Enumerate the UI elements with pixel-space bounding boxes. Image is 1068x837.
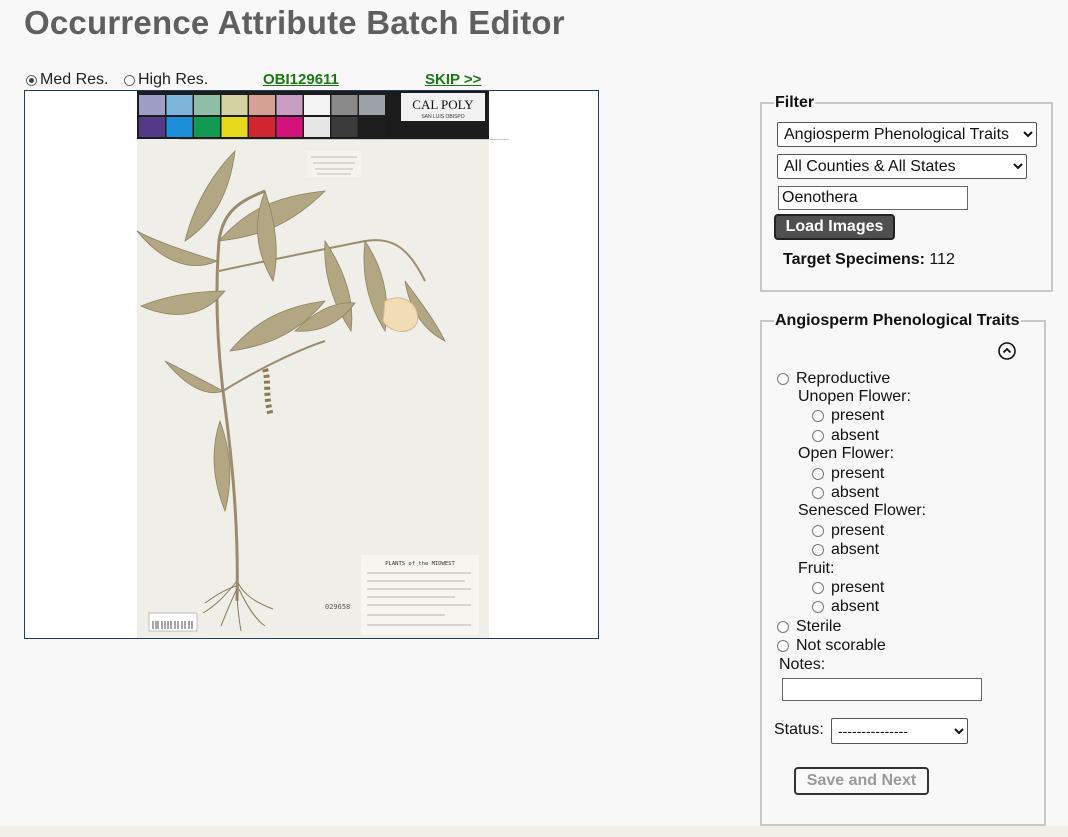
- not-scorable-label: Not scorable: [796, 637, 886, 654]
- sterile-radio[interactable]: Sterile: [777, 618, 841, 636]
- color-swatch: [194, 117, 220, 137]
- unopen-flower-label: Unopen Flower:: [798, 388, 911, 405]
- specimen-label: [361, 555, 479, 635]
- med-res-radio[interactable]: Med Res.: [26, 71, 108, 89]
- open-present-radio[interactable]: present: [812, 465, 884, 483]
- color-swatch: [221, 95, 248, 115]
- open-present-radio-icon[interactable]: [812, 468, 824, 480]
- taxa-input[interactable]: [778, 186, 968, 210]
- color-swatch: [194, 95, 220, 115]
- color-swatch: [331, 95, 358, 115]
- fruit-absent-label: absent: [831, 598, 880, 615]
- color-swatch: [304, 117, 330, 137]
- fruit-label: Fruit:: [798, 560, 835, 577]
- unopen-absent-radio[interactable]: absent: [812, 427, 879, 445]
- high-res-radio[interactable]: High Res.: [124, 71, 208, 89]
- color-swatch: [221, 117, 248, 137]
- traits-legend: Angiosperm Phenological Traits: [775, 312, 1020, 329]
- senesced-absent-radio[interactable]: absent: [812, 541, 879, 559]
- reproductive-radio[interactable]: Reproductive: [777, 370, 890, 388]
- open-absent-radio-icon[interactable]: [812, 487, 824, 499]
- logo-subtext: SAN LUIS OBISPO: [421, 114, 464, 120]
- color-swatch: [276, 95, 303, 115]
- sheet-number: 029658: [325, 603, 350, 611]
- load-images-button[interactable]: Load Images: [774, 214, 895, 240]
- target-specimens: Target Specimens: 112: [783, 251, 955, 269]
- filter-legend: Filter: [775, 94, 815, 111]
- open-absent-radio[interactable]: absent: [812, 484, 879, 502]
- target-specimens-count: 112: [929, 251, 955, 268]
- senesced-present-label: present: [831, 522, 885, 539]
- status-label: Status:: [774, 721, 824, 738]
- page-title: Occurrence Attribute Batch Editor: [24, 4, 565, 41]
- stamp-label: [307, 151, 361, 177]
- specimen-image-viewer[interactable]: CAL POLY SAN LUIS OBISPO PLANTS of the M…: [24, 90, 599, 639]
- herbarium-specimen-image: CAL POLY SAN LUIS OBISPO PLANTS of the M…: [136, 91, 509, 638]
- specimen-label-text: PLANTS of the MIDWEST: [385, 561, 455, 567]
- color-swatch: [304, 95, 330, 115]
- unopen-present-radio[interactable]: present: [812, 407, 884, 425]
- catalog-number-link[interactable]: OBI129611: [263, 71, 339, 88]
- skip-link[interactable]: SKIP >>: [425, 71, 481, 88]
- color-swatch: [139, 95, 165, 115]
- trait-select[interactable]: Angiosperm Phenological Traits: [777, 122, 1037, 147]
- high-res-label: High Res.: [138, 71, 209, 88]
- open-flower-label: Open Flower:: [798, 445, 895, 462]
- senesced-flower-label: Senesced Flower:: [798, 502, 927, 519]
- open-absent-label: absent: [831, 484, 880, 501]
- target-specimens-label: Target Specimens:: [783, 251, 925, 268]
- color-swatch: [331, 117, 358, 137]
- color-swatch: [276, 117, 303, 137]
- color-swatch: [359, 95, 385, 115]
- color-swatch: [359, 117, 385, 137]
- notes-label: Notes:: [779, 656, 826, 673]
- reproductive-label: Reproductive: [796, 370, 891, 387]
- fruit-absent-radio[interactable]: absent: [812, 598, 879, 616]
- fruit-absent-radio-icon[interactable]: [812, 601, 824, 613]
- color-swatch: [166, 95, 193, 115]
- unopen-present-label: present: [831, 407, 885, 424]
- color-swatch: [139, 117, 165, 137]
- unopen-present-radio-icon[interactable]: [812, 410, 824, 422]
- unopen-absent-radio-icon[interactable]: [812, 430, 824, 442]
- region-select[interactable]: All Counties & All States: [777, 154, 1027, 179]
- collapse-up-icon[interactable]: [998, 342, 1016, 360]
- high-res-radio-icon[interactable]: [124, 74, 135, 86]
- footer-strip: [0, 826, 1068, 837]
- save-and-next-button[interactable]: Save and Next: [794, 767, 929, 795]
- med-res-radio-icon[interactable]: [26, 74, 37, 86]
- color-swatch: [249, 95, 275, 115]
- med-res-label: Med Res.: [40, 71, 109, 88]
- open-present-label: present: [831, 465, 885, 482]
- fruit-present-radio[interactable]: present: [812, 579, 884, 597]
- senesced-present-radio[interactable]: present: [812, 522, 884, 540]
- reproductive-radio-icon[interactable]: [777, 373, 789, 385]
- not-scorable-radio-icon[interactable]: [777, 640, 789, 652]
- sterile-label: Sterile: [796, 618, 842, 635]
- senesced-present-radio-icon[interactable]: [812, 525, 824, 537]
- unopen-absent-label: absent: [831, 427, 880, 444]
- logo-text: CAL POLY: [412, 97, 474, 112]
- fruit-present-radio-icon[interactable]: [812, 582, 824, 594]
- senesced-absent-label: absent: [831, 541, 880, 558]
- sterile-radio-icon[interactable]: [777, 621, 789, 633]
- status-select[interactable]: ---------------: [831, 718, 968, 744]
- not-scorable-radio[interactable]: Not scorable: [777, 637, 886, 655]
- senesced-absent-radio-icon[interactable]: [812, 544, 824, 556]
- color-swatch: [249, 117, 275, 137]
- notes-input[interactable]: [782, 678, 982, 701]
- color-swatch: [166, 117, 193, 137]
- fruit-present-label: present: [831, 579, 885, 596]
